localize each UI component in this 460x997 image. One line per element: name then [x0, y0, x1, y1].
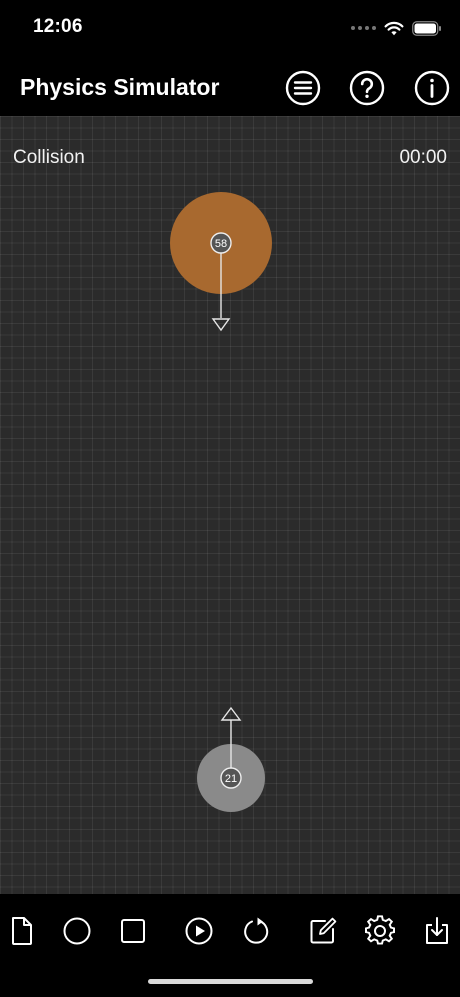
reset-button[interactable]: [239, 914, 273, 948]
document-icon: [12, 917, 32, 945]
play-button[interactable]: [182, 914, 216, 948]
export-button[interactable]: [420, 914, 454, 948]
navigation-bar: Physics Simulator: [0, 58, 460, 116]
play-icon: [185, 917, 213, 945]
question-mark-icon: [349, 70, 385, 106]
body-large-mass-label: 58: [215, 238, 227, 250]
cellular-dots-icon: [351, 26, 376, 30]
body-large[interactable]: 58: [170, 192, 272, 332]
velocity-arrowhead-down[interactable]: [211, 318, 231, 332]
battery-icon: [412, 20, 441, 36]
status-bar: 12:06: [0, 0, 460, 58]
home-indicator[interactable]: [148, 979, 313, 984]
gear-icon: [365, 915, 395, 945]
edit-button[interactable]: [306, 914, 340, 948]
add-square-button[interactable]: [116, 914, 150, 948]
menu-button[interactable]: [285, 70, 321, 106]
circle-icon: [63, 917, 91, 945]
info-button[interactable]: [414, 70, 450, 106]
bottom-toolbar: [0, 894, 460, 997]
new-document-button[interactable]: [5, 914, 39, 948]
info-icon: [414, 70, 450, 106]
square-icon: [121, 919, 145, 943]
app-title: Physics Simulator: [20, 74, 220, 100]
add-circle-button[interactable]: [60, 914, 94, 948]
body-small-mass-label: 21: [225, 773, 237, 785]
edit-icon: [310, 917, 337, 944]
list-icon: [285, 70, 321, 106]
scene-layer: 58 21: [170, 192, 272, 812]
help-button[interactable]: [349, 70, 385, 106]
settings-button[interactable]: [363, 914, 397, 948]
velocity-arrowhead-up[interactable]: [220, 706, 242, 721]
body-small[interactable]: 21: [197, 706, 265, 812]
status-icons: [351, 18, 442, 38]
rotate-icon: [244, 917, 269, 944]
wifi-icon: [384, 21, 404, 35]
status-time: 12:06: [33, 16, 83, 37]
download-icon: [426, 917, 448, 944]
simulation-canvas[interactable]: Collision 00:00 58 21: [0, 116, 460, 894]
